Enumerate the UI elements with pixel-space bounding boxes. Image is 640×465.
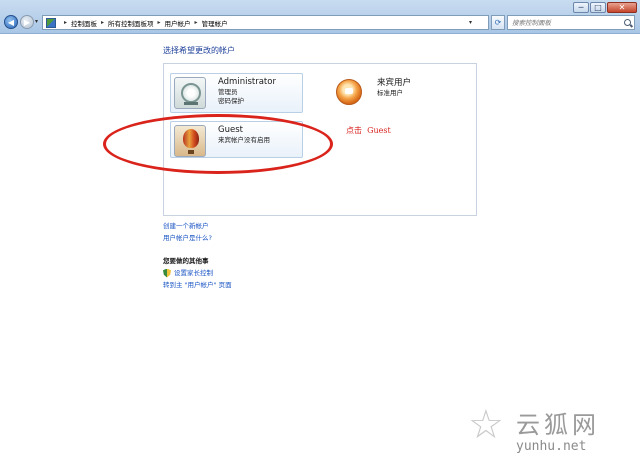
breadcrumb-separator: ▸ bbox=[64, 19, 68, 26]
recent-pages-dropdown[interactable]: ▾ bbox=[35, 18, 38, 25]
minimize-button[interactable]: ─ bbox=[573, 2, 589, 13]
breadcrumb-control-panel[interactable]: 控制面板 bbox=[71, 18, 97, 28]
orange-user-avatar-icon bbox=[333, 76, 365, 108]
control-panel-icon bbox=[46, 17, 56, 28]
search-input[interactable] bbox=[512, 18, 620, 27]
back-button[interactable]: ◀ bbox=[4, 15, 18, 29]
shield-icon bbox=[163, 268, 171, 278]
page-title: 选择希望更改的帐户 bbox=[163, 46, 235, 55]
annotation-text: 点击 Guest bbox=[346, 126, 391, 135]
refresh-icon: ⟳ bbox=[494, 18, 502, 27]
breadcrumb-separator[interactable]: ▸ bbox=[195, 19, 198, 26]
account-tile-guest[interactable]: Guest 来宾帐户没有启用 bbox=[170, 121, 303, 158]
breadcrumb-separator[interactable]: ▸ bbox=[158, 19, 161, 26]
watermark-text: 云狐网 bbox=[516, 411, 600, 439]
account-info: 来宾用户 标准用户 bbox=[377, 76, 411, 98]
content-area: 选择希望更改的帐户 Administrator 管理员 密码保护 来宾用户 标准… bbox=[0, 35, 640, 465]
watermark: ☆ 云狐网 yunhu.net bbox=[468, 403, 636, 461]
arrow-right-icon: ▶ bbox=[23, 17, 31, 27]
parental-controls-link[interactable]: 设置家长控制 bbox=[174, 267, 213, 279]
what-is-user-account-link[interactable]: 用户帐户是什么? bbox=[163, 232, 212, 244]
breadcrumb: ▸ 控制面板 ▸ 所有控制面板项 ▸ 用户帐户 ▸ 管理帐户 bbox=[60, 18, 228, 28]
account-status: 密码保护 bbox=[218, 97, 244, 105]
account-type: 标准用户 bbox=[377, 89, 403, 97]
account-links: 创建一个新帐户 用户帐户是什么? bbox=[163, 220, 212, 244]
breadcrumb-user-accounts[interactable]: 用户帐户 bbox=[165, 18, 191, 28]
related-tasks: 设置家长控制 转到主 "用户帐户" 页面 bbox=[163, 267, 232, 291]
account-info: Guest 来宾帐户没有启用 bbox=[218, 125, 270, 145]
account-name: Guest bbox=[218, 125, 243, 135]
maximize-button[interactable]: □ bbox=[590, 2, 606, 13]
search-icon[interactable] bbox=[624, 19, 631, 26]
list-item: 设置家长控制 bbox=[163, 267, 232, 279]
account-tile-administrator[interactable]: Administrator 管理员 密码保护 bbox=[170, 73, 303, 113]
account-tile-guest-user[interactable]: 来宾用户 标准用户 bbox=[330, 73, 450, 113]
window-controls: ─ □ ✕ bbox=[573, 2, 637, 13]
close-button[interactable]: ✕ bbox=[607, 2, 637, 13]
breadcrumb-manage-accounts[interactable]: 管理帐户 bbox=[202, 18, 228, 28]
account-info: Administrator 管理员 密码保护 bbox=[218, 77, 276, 106]
account-name: Administrator bbox=[218, 77, 276, 87]
refresh-button[interactable]: ⟳ bbox=[491, 15, 505, 30]
account-type: 管理员 bbox=[218, 88, 238, 96]
account-status: 来宾帐户没有启用 bbox=[218, 136, 270, 144]
breadcrumb-separator[interactable]: ▸ bbox=[101, 19, 104, 26]
star-logo-icon: ☆ bbox=[468, 402, 504, 448]
satellite-dish-avatar-icon bbox=[174, 77, 206, 109]
title-bar: ─ □ ✕ ◀ ▶ ▾ ▸ 控制面板 ▸ 所有控制面板项 ▸ 用户帐户 ▸ 管理… bbox=[0, 0, 640, 34]
account-name: 来宾用户 bbox=[377, 78, 412, 88]
list-item: 转到主 "用户帐户" 页面 bbox=[163, 279, 232, 291]
create-account-link[interactable]: 创建一个新帐户 bbox=[163, 220, 212, 232]
forward-button[interactable]: ▶ bbox=[20, 15, 34, 29]
breadcrumb-all-items[interactable]: 所有控制面板项 bbox=[108, 18, 154, 28]
address-bar[interactable]: ▸ 控制面板 ▸ 所有控制面板项 ▸ 用户帐户 ▸ 管理帐户 ▾ bbox=[42, 15, 489, 30]
user-accounts-main-link[interactable]: 转到主 "用户帐户" 页面 bbox=[163, 279, 232, 291]
hot-air-balloon-avatar-icon bbox=[174, 125, 206, 157]
address-dropdown-icon[interactable]: ▾ bbox=[469, 19, 472, 26]
watermark-url: yunhu.net bbox=[516, 439, 587, 454]
search-box[interactable] bbox=[507, 15, 635, 30]
related-tasks-heading: 您要做的其他事 bbox=[163, 257, 209, 265]
arrow-left-icon: ◀ bbox=[7, 17, 15, 27]
